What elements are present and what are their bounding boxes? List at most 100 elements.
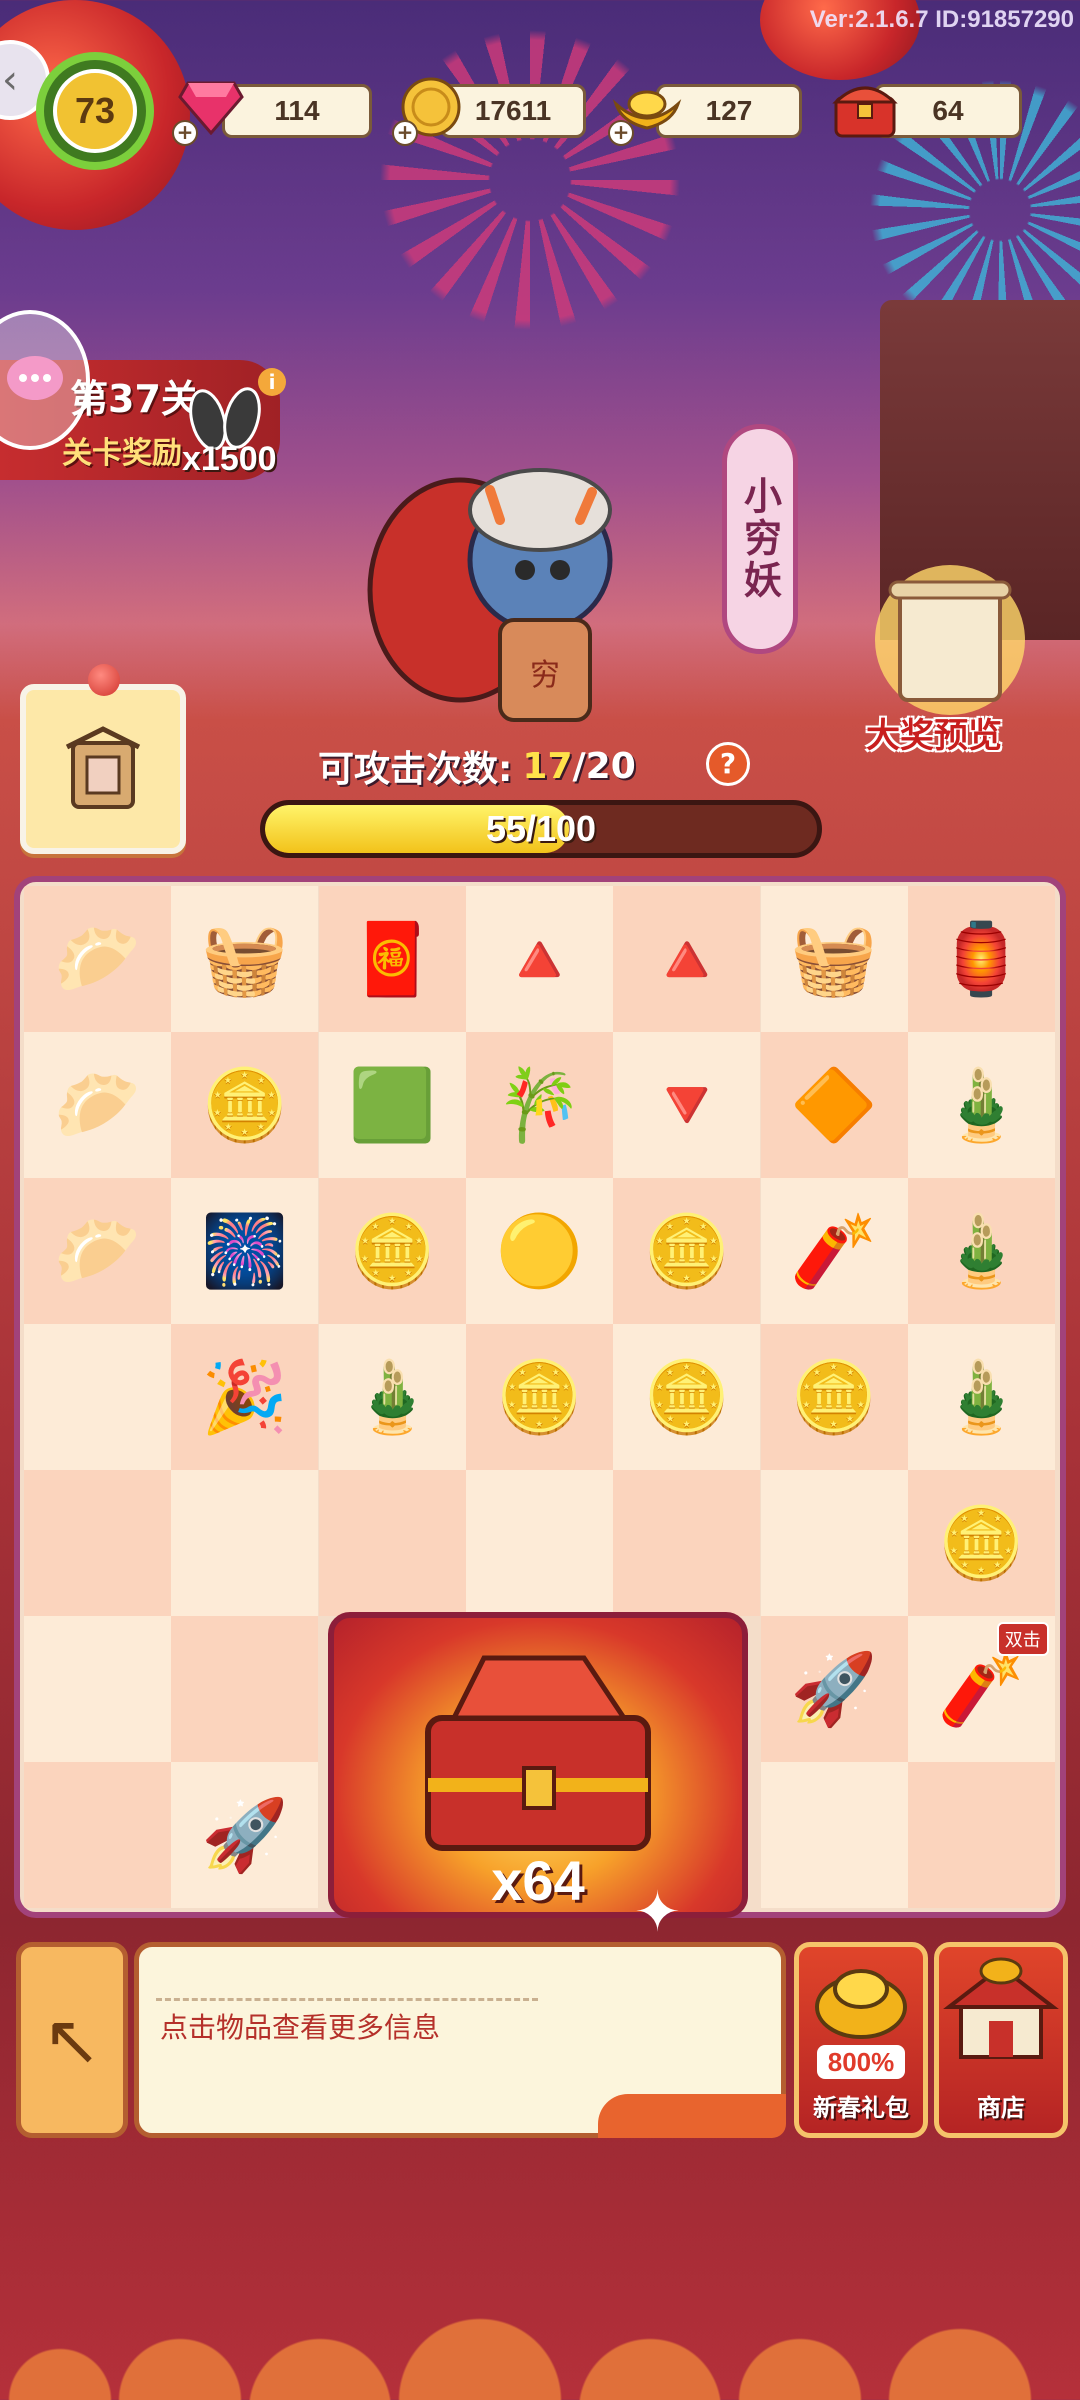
stage-reward-count: x1500 xyxy=(182,440,277,478)
monster-character[interactable]: 穷 xyxy=(350,440,670,740)
add-gold-ingot-icon[interactable]: + xyxy=(608,120,634,146)
coin-icon: 🟡 xyxy=(495,1209,583,1292)
board-cell[interactable] xyxy=(907,1762,1055,1908)
version-label: Ver:2.1.6.7 ID:91857290 xyxy=(809,6,1074,33)
attack-max: /20 xyxy=(572,745,636,787)
firecracker-string-icon: 🧨 xyxy=(937,1647,1025,1730)
attack-count: 可攻击次数: 17/20 xyxy=(318,740,636,792)
board-cell[interactable]: 🎉 xyxy=(171,1324,319,1470)
gold-ingots-icon: 🪙 xyxy=(201,1063,289,1146)
coin-count: 17611 xyxy=(474,95,552,126)
board-cell[interactable] xyxy=(24,1762,171,1908)
board-cell[interactable]: 🚀 xyxy=(171,1762,319,1908)
board-cell[interactable]: 🪙 xyxy=(465,1324,613,1470)
gold-ingot-icon: 🪙 xyxy=(495,1355,583,1438)
board-cell[interactable]: 🔺 xyxy=(465,886,613,1032)
party-hat-icon: 🎉 xyxy=(201,1355,289,1438)
gold-ingot-icon: 🪙 xyxy=(790,1355,878,1438)
board-cell[interactable] xyxy=(171,1616,319,1762)
board-cell[interactable] xyxy=(318,1470,466,1616)
board-cell[interactable]: 🥟 xyxy=(24,1032,171,1178)
dumpling-icon: 🥟 xyxy=(53,1063,142,1146)
board-cell[interactable]: 🪙 xyxy=(613,1178,761,1324)
board-cell[interactable]: 🧺 xyxy=(171,886,319,1032)
board-cell[interactable]: 🎍 xyxy=(907,1324,1055,1470)
board-cell[interactable] xyxy=(24,1616,171,1762)
board-cell[interactable]: 🧨 双击 xyxy=(907,1616,1055,1762)
arrow-up-left-icon: ↖ xyxy=(42,1999,102,2081)
double-badge: 双击 xyxy=(996,1622,1049,1656)
board-cell[interactable]: 🔺 xyxy=(613,886,761,1032)
board-cell[interactable]: 🚀 xyxy=(760,1616,908,1762)
big-chest-count: x64 xyxy=(491,1849,585,1912)
board-cell[interactable] xyxy=(760,1762,908,1908)
scroll-icon xyxy=(875,565,1025,715)
gold-ingot-icon: 🪙 xyxy=(643,1209,731,1292)
board-cell[interactable]: 🧧 xyxy=(318,886,466,1032)
bamboo-icon: 🎍 xyxy=(937,1209,1025,1292)
back-arrow-icon: ‹ xyxy=(2,57,18,103)
red-diamond-paper-icon: 🔶 xyxy=(790,1063,878,1146)
gem-icon: + xyxy=(172,72,246,146)
attack-label: 可攻击次数: xyxy=(318,749,513,790)
info-divider xyxy=(156,1998,538,2001)
board-cell[interactable]: 🥟 xyxy=(24,886,171,1032)
board-cell[interactable] xyxy=(24,1470,171,1616)
treasure-chest-icon xyxy=(425,1655,651,1851)
treasure-chest-icon xyxy=(830,72,900,142)
board-cell[interactable]: 🧨 xyxy=(760,1178,908,1324)
red-envelope-fold-icon: 🧧 xyxy=(348,917,436,1000)
board-cell[interactable]: 🎍 xyxy=(318,1324,466,1470)
player-level-badge[interactable]: 73 xyxy=(36,52,154,170)
board-cell[interactable]: 🎆 xyxy=(171,1178,319,1324)
board-cell[interactable]: 🪙 xyxy=(171,1032,319,1178)
red-paper-small-icon: 🔻 xyxy=(643,1063,731,1146)
shop-icon xyxy=(943,1957,1059,2059)
shop-button[interactable]: 商店 xyxy=(934,1942,1068,2138)
shop-label: 商店 xyxy=(977,2094,1025,2122)
stage-info-button[interactable]: i xyxy=(258,368,286,396)
sparkle-icon: ✦ xyxy=(634,1880,681,1945)
board-cell[interactable]: 🔻 xyxy=(613,1032,761,1178)
board-cell[interactable] xyxy=(171,1470,319,1616)
board-cell[interactable]: 🔶 xyxy=(760,1032,908,1178)
board-cell[interactable]: 🪙 xyxy=(907,1470,1055,1616)
board-cell[interactable]: 🎋 xyxy=(465,1032,613,1178)
gift-label: 新春礼包 xyxy=(813,2094,909,2122)
undo-arrow-button[interactable]: ↖ xyxy=(16,1942,128,2138)
item-info-hint: 点击物品查看更多信息 xyxy=(160,2011,441,2044)
new-year-gift-button[interactable]: 800% 新春礼包 xyxy=(794,1942,928,2138)
lantern-icon: 🏮 xyxy=(937,917,1025,1000)
board-cell[interactable]: 🪙 xyxy=(318,1178,466,1324)
bamboo-lantern-frame-icon: 🟩 xyxy=(348,1063,436,1146)
add-gem-icon[interactable]: + xyxy=(172,120,198,146)
attack-help-button[interactable]: ? xyxy=(706,742,750,786)
board-cell[interactable] xyxy=(24,1324,171,1470)
board-cell[interactable]: 🏮 xyxy=(907,886,1055,1032)
board-cell[interactable]: 🟩 xyxy=(318,1032,466,1178)
board-cell[interactable]: 🧺 xyxy=(760,886,908,1032)
gold-ingot-icon: 🪙 xyxy=(937,1501,1025,1584)
hp-text: 55/100 xyxy=(485,808,597,849)
board-cell[interactable]: 🎍 xyxy=(907,1178,1055,1324)
coin-icon: + xyxy=(392,72,466,146)
add-coin-icon[interactable]: + xyxy=(392,120,418,146)
board-cell[interactable] xyxy=(613,1470,761,1616)
monster-name-banner: 小穷妖 xyxy=(722,424,798,654)
board-cell[interactable]: 🟡 xyxy=(465,1178,613,1324)
firework-rocket-icon: 🚀 xyxy=(790,1647,878,1730)
info-panel-tab xyxy=(598,2094,786,2138)
board-cell[interactable]: 🪙 xyxy=(760,1324,908,1470)
gold-ingot-icon: 🪙 xyxy=(643,1355,731,1438)
stage-reward-label: 关卡奖励 xyxy=(62,436,182,471)
gold-ingot-icon xyxy=(815,1969,907,2039)
board-cell[interactable] xyxy=(465,1470,613,1616)
board-cell[interactable]: 🥟 xyxy=(24,1178,171,1324)
board-cell[interactable] xyxy=(760,1470,908,1616)
gold-ingot-count: 127 xyxy=(705,95,753,126)
board-cell[interactable]: 🪙 xyxy=(613,1324,761,1470)
board-cell[interactable]: 🎍 xyxy=(907,1032,1055,1178)
pinned-chest-card[interactable] xyxy=(20,684,186,854)
bamboo-icon: 🎍 xyxy=(937,1063,1025,1146)
cloud-decoration xyxy=(0,2240,1080,2400)
